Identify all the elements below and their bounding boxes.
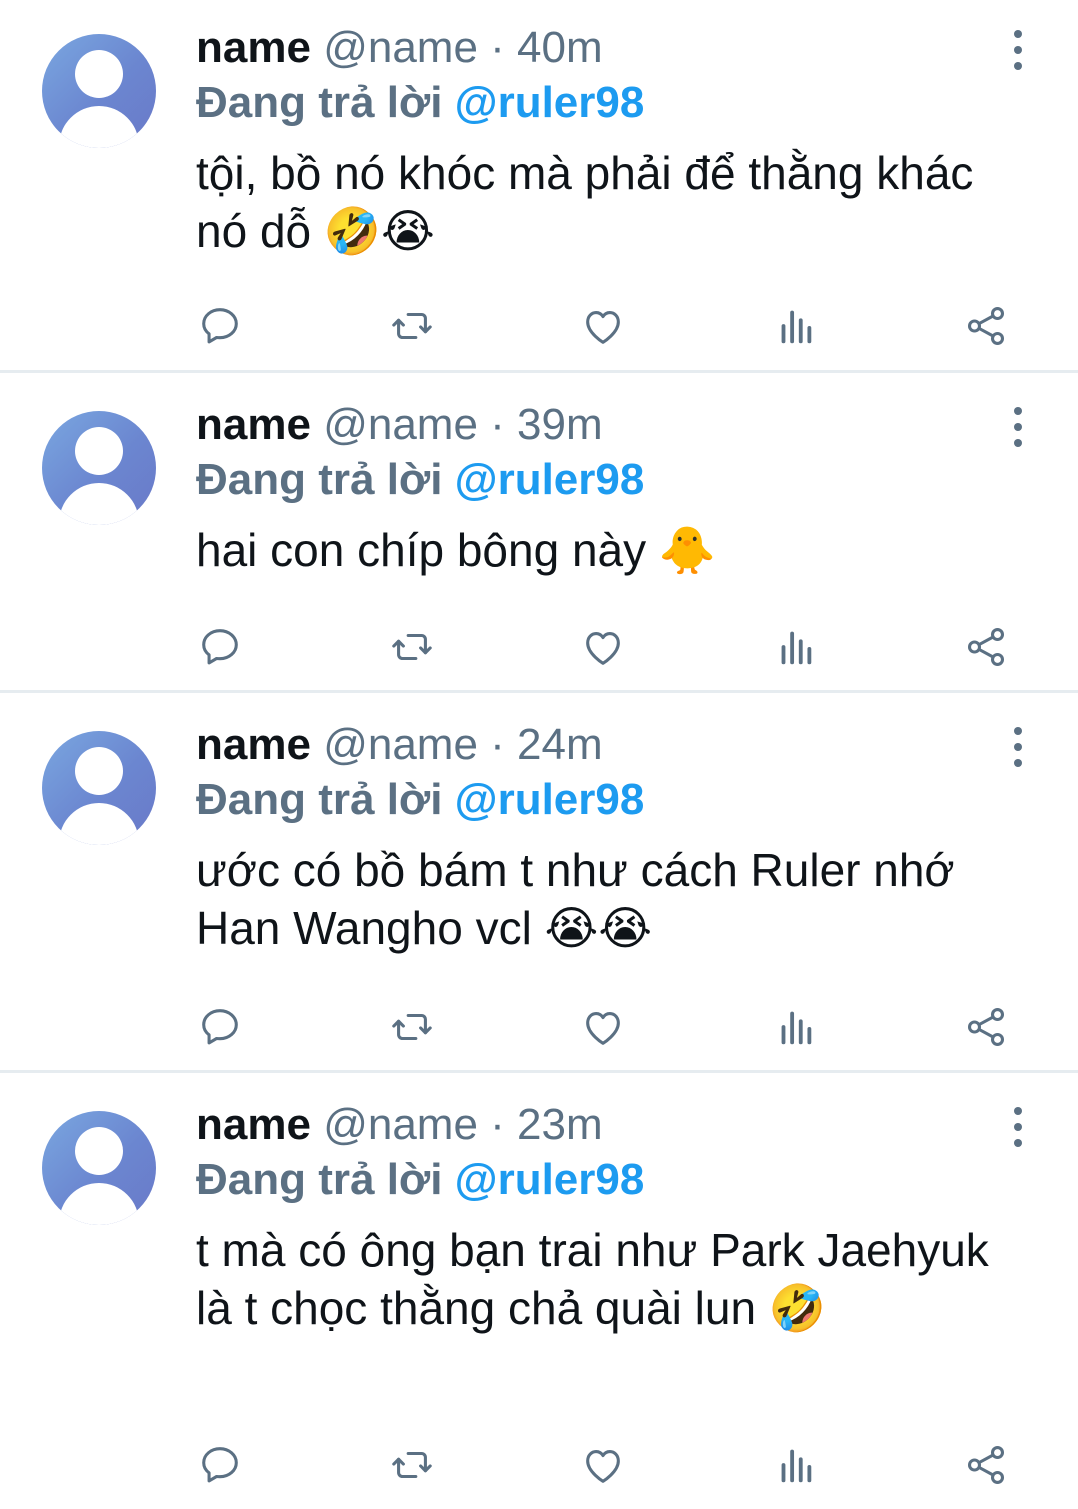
reply-mention[interactable]: @ruler98 [455,1155,645,1204]
like-icon[interactable] [579,1441,627,1489]
tweet-text: t mà có ông bạn trai như Park Jaehyuk là… [196,1224,989,1334]
tweet-content: name @name · 40m Đang trả lời @ruler98 t… [196,22,1018,260]
avatar[interactable] [42,1111,156,1225]
action-bar [196,1441,1010,1489]
display-name[interactable]: name [196,1100,311,1149]
timestamp[interactable]: 39m [517,400,603,449]
avatar[interactable] [42,34,156,148]
avatar[interactable] [42,411,156,525]
reply-mention[interactable]: @ruler98 [455,775,645,824]
handle[interactable]: @name [323,720,478,769]
reply-icon[interactable] [196,1441,244,1489]
timestamp[interactable]: 23m [517,1100,603,1149]
reply-prefix: Đang trả lời [196,1155,443,1204]
retweet-icon[interactable] [388,623,436,671]
action-bar [196,1003,1010,1051]
display-name[interactable]: name [196,720,311,769]
reply-mention[interactable]: @ruler98 [455,455,645,504]
tweet-content: name @name · 23m Đang trả lời @ruler98 t… [196,1099,1018,1337]
reply-mention[interactable]: @ruler98 [455,78,645,127]
tweet-header: name @name · 23m [196,1099,1018,1151]
tweet-header: name @name · 39m [196,399,1018,451]
reply-context: Đang trả lời @ruler98 [196,451,1018,509]
reply-context: Đang trả lời @ruler98 [196,1151,1018,1209]
tweet-content: name @name · 24m Đang trả lời @ruler98 ư… [196,719,1018,957]
timestamp[interactable]: 40m [517,23,603,72]
tweet-text: ước có bồ bám t như cách Ruler nhớ Han W… [196,844,955,954]
tweet-text: hai con chíp bông này 🐥 [196,524,717,576]
reply-icon[interactable] [196,302,244,350]
separator: · [490,400,505,449]
display-name[interactable]: name [196,400,311,449]
avatar[interactable] [42,731,156,845]
retweet-icon[interactable] [388,302,436,350]
share-icon[interactable] [962,1003,1010,1051]
timestamp[interactable]: 24m [517,720,603,769]
more-icon[interactable] [1006,407,1030,447]
reply-prefix: Đang trả lời [196,775,443,824]
tweet-text: tội, bồ nó khóc mà phải để thằng khác nó… [196,147,974,257]
reply-icon[interactable] [196,623,244,671]
separator: · [490,23,505,72]
tweet[interactable]: name @name · 40m Đang trả lời @ruler98 t… [0,0,1078,373]
tweet-header: name @name · 24m [196,719,1018,771]
tweet[interactable]: name @name · 24m Đang trả lời @ruler98 ư… [0,693,1078,1073]
tweet[interactable]: name @name · 39m Đang trả lời @ruler98 h… [0,373,1078,693]
reply-context: Đang trả lời @ruler98 [196,771,1018,829]
tweet[interactable]: name @name · 23m Đang trả lời @ruler98 t… [0,1073,1078,1509]
display-name[interactable]: name [196,23,311,72]
more-icon[interactable] [1006,727,1030,767]
like-icon[interactable] [579,1003,627,1051]
retweet-icon[interactable] [388,1003,436,1051]
reply-prefix: Đang trả lời [196,455,443,504]
analytics-icon[interactable] [771,1441,819,1489]
separator: · [490,720,505,769]
like-icon[interactable] [579,302,627,350]
handle[interactable]: @name [323,400,478,449]
tweet-content: name @name · 39m Đang trả lời @ruler98 h… [196,399,1018,579]
reply-icon[interactable] [196,1003,244,1051]
tweet-header: name @name · 40m [196,22,1018,74]
analytics-icon[interactable] [771,623,819,671]
retweet-icon[interactable] [388,1441,436,1489]
share-icon[interactable] [962,302,1010,350]
share-icon[interactable] [962,1441,1010,1489]
separator: · [490,1100,505,1149]
more-icon[interactable] [1006,30,1030,70]
like-icon[interactable] [579,623,627,671]
more-icon[interactable] [1006,1107,1030,1147]
action-bar [196,302,1010,350]
action-bar [196,623,1010,671]
reply-prefix: Đang trả lời [196,78,443,127]
handle[interactable]: @name [323,1100,478,1149]
handle[interactable]: @name [323,23,478,72]
analytics-icon[interactable] [771,302,819,350]
analytics-icon[interactable] [771,1003,819,1051]
share-icon[interactable] [962,623,1010,671]
reply-context: Đang trả lời @ruler98 [196,74,1018,132]
